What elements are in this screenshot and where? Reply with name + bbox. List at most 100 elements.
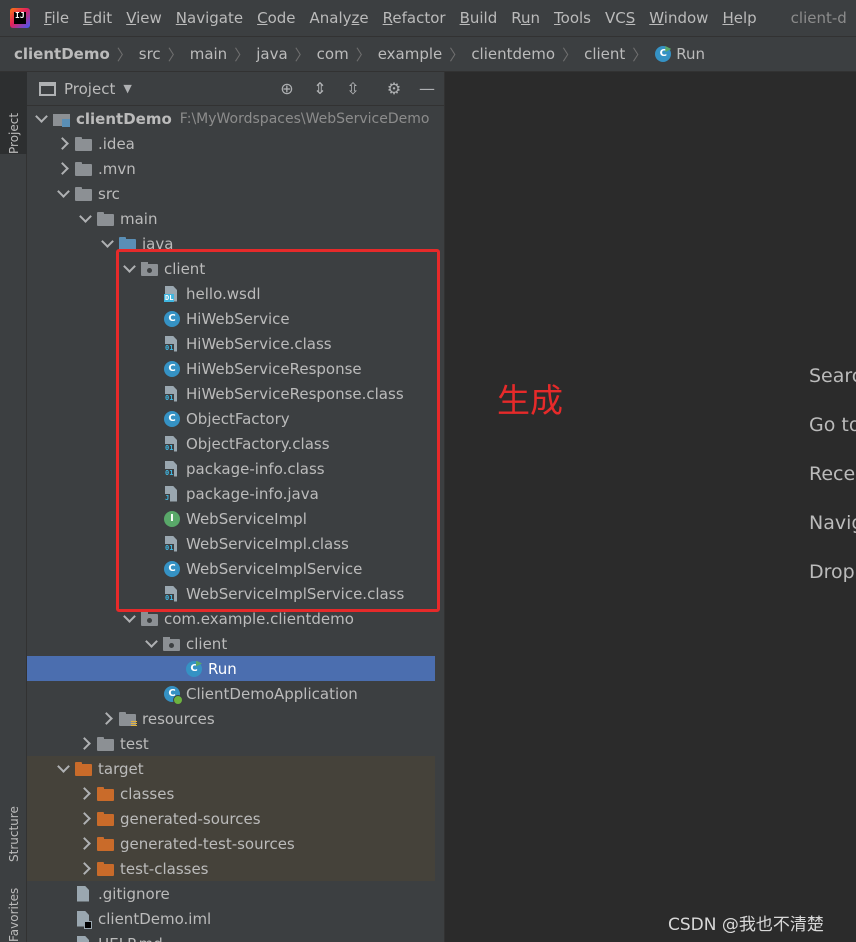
tree-item-label: client xyxy=(186,634,228,653)
collapse-all-icon[interactable]: ⇳ xyxy=(343,79,363,99)
locate-target-icon[interactable]: ⊕ xyxy=(277,79,297,99)
editor-hint-item: Navig xyxy=(809,512,856,534)
chevron-down-icon[interactable] xyxy=(33,111,49,127)
tree-item-generated-sources[interactable]: generated-sources xyxy=(27,806,435,831)
folder-icon xyxy=(97,211,115,227)
breadcrumb-separator: 〉 xyxy=(632,45,648,64)
menu-navigate[interactable]: Navigate xyxy=(176,9,243,27)
tree-item-generated-test-sources[interactable]: generated-test-sources xyxy=(27,831,435,856)
chevron-right-icon[interactable] xyxy=(55,136,71,152)
tree-item-test[interactable]: test xyxy=(27,731,435,756)
breadcrumb-label: clientdemo xyxy=(471,45,556,63)
menu-refactor[interactable]: Refactor xyxy=(383,9,446,27)
editor-hint-item: Go to xyxy=(809,414,856,436)
tree-item-label: generated-test-sources xyxy=(120,834,295,853)
minimize-icon[interactable]: — xyxy=(417,79,437,99)
chevron-right-icon[interactable] xyxy=(55,161,71,177)
tree-item-gitignore[interactable]: .gitignore xyxy=(27,881,435,906)
expand-all-icon[interactable]: ⇕ xyxy=(310,79,330,99)
breadcrumb-item-src[interactable]: src xyxy=(139,45,161,63)
tree-item-help-md[interactable]: HELP.md xyxy=(27,931,435,942)
chevron-down-icon[interactable] xyxy=(99,236,115,252)
chevron-down-icon[interactable] xyxy=(55,186,71,202)
chevron-right-icon[interactable] xyxy=(77,786,93,802)
package-icon xyxy=(163,636,181,652)
breadcrumb-label: clientDemo xyxy=(14,45,110,63)
editor-hint-item: Searc xyxy=(809,365,856,387)
chevron-right-icon[interactable] xyxy=(77,836,93,852)
tree-item-src[interactable]: src xyxy=(27,181,435,206)
chevron-right-icon[interactable] xyxy=(77,861,93,877)
breadcrumb-item-com[interactable]: com xyxy=(317,45,349,63)
menu-vcs[interactable]: VCS xyxy=(605,9,635,27)
project-panel-header: Project ▼ ⊕ ⇕ ⇳ ⚙ — xyxy=(27,72,444,106)
chevron-right-icon[interactable] xyxy=(77,736,93,752)
breadcrumb-item-client[interactable]: client xyxy=(584,45,625,63)
menu-edit[interactable]: Edit xyxy=(83,9,112,27)
chevron-down-icon[interactable] xyxy=(121,611,137,627)
tree-item-label: main xyxy=(120,209,158,228)
tree-item-idea[interactable]: .idea xyxy=(27,131,435,156)
tree-item-main[interactable]: main xyxy=(27,206,435,231)
tree-item-run[interactable]: Run xyxy=(27,656,435,681)
breadcrumb-label: client xyxy=(584,45,626,63)
excluded-folder-icon xyxy=(97,786,115,802)
menu-build[interactable]: Build xyxy=(460,9,498,27)
chevron-down-icon[interactable]: ▼ xyxy=(123,82,131,95)
project-panel-title[interactable]: Project xyxy=(64,80,115,98)
iml-file-icon xyxy=(75,911,93,929)
tree-item-client[interactable]: client xyxy=(27,631,435,656)
breadcrumb-item-clientdemo[interactable]: clientDemo xyxy=(14,45,110,63)
tree-item-target[interactable]: target xyxy=(27,756,435,781)
tree-item-mvn[interactable]: .mvn xyxy=(27,156,435,181)
menu-file[interactable]: File xyxy=(44,9,69,27)
intellij-logo-icon: IJ xyxy=(10,8,30,28)
tree-item-label: ClientDemoApplication xyxy=(186,684,358,703)
folder-icon xyxy=(75,186,93,202)
chevron-down-icon[interactable] xyxy=(143,636,159,652)
file-icon xyxy=(75,886,93,902)
menu-analyze[interactable]: Analyze xyxy=(310,9,369,27)
tree-item-label: classes xyxy=(120,784,175,803)
project-tool-tab[interactable]: Project xyxy=(0,72,27,154)
tree-item-classes[interactable]: classes xyxy=(27,781,435,806)
excluded-folder-icon xyxy=(97,861,115,877)
breadcrumb-item-java[interactable]: java xyxy=(256,45,287,63)
chevron-right-icon[interactable] xyxy=(77,811,93,827)
menu-code[interactable]: Code xyxy=(257,9,295,27)
menu-window[interactable]: Window xyxy=(649,9,708,27)
breadcrumb-item-clientdemo[interactable]: clientdemo xyxy=(471,45,555,63)
tree-item-test-classes[interactable]: test-classes xyxy=(27,856,435,881)
tree-item-label: .gitignore xyxy=(98,884,170,903)
menu-run[interactable]: Run xyxy=(511,9,540,27)
tree-item-label: target xyxy=(98,759,144,778)
favorites-tool-tab[interactable]: Favorites xyxy=(0,878,27,942)
chevron-down-icon[interactable] xyxy=(77,211,93,227)
tree-item-label: Run xyxy=(208,659,237,678)
tree-item-clientdemoapplication[interactable]: ClientDemoApplication xyxy=(27,681,435,706)
gear-icon[interactable]: ⚙ xyxy=(384,79,404,99)
tree-item-label: .idea xyxy=(98,134,135,153)
tree-item-label: test-classes xyxy=(120,859,209,878)
menu-items: File Edit View Navigate Code Analyze Refactor B… xyxy=(44,9,771,27)
breadcrumb-item-example[interactable]: example xyxy=(378,45,443,63)
tree-item-path-hint: F:\MyWordspaces\WebServiceDemo xyxy=(179,110,430,127)
file-icon xyxy=(75,936,93,942)
breadcrumb-separator: 〉 xyxy=(449,45,465,64)
chevron-down-icon[interactable] xyxy=(55,761,71,777)
tree-item-clientdemo-iml[interactable]: clientDemo.iml xyxy=(27,906,435,931)
tree-item-resources[interactable]: resources xyxy=(27,706,435,731)
breadcrumb-separator: 〉 xyxy=(116,45,132,64)
chevron-right-icon[interactable] xyxy=(99,711,115,727)
menu-help[interactable]: Help xyxy=(722,9,756,27)
module-folder-icon xyxy=(53,111,71,127)
tree-item-label: HELP.md xyxy=(98,935,163,942)
structure-tool-tab[interactable]: Structure xyxy=(0,772,27,862)
menu-tools[interactable]: Tools xyxy=(554,9,591,27)
breadcrumb-item-run[interactable]: Run xyxy=(654,45,705,63)
tree-item-clientdemo[interactable]: clientDemo F:\MyWordspaces\WebServiceDemo xyxy=(27,106,435,131)
breadcrumb-item-main[interactable]: main xyxy=(190,45,227,63)
menu-view[interactable]: View xyxy=(126,9,162,27)
watermark: CSDN @我也不清楚 xyxy=(668,915,824,935)
annotation-highlight-box xyxy=(116,249,440,612)
